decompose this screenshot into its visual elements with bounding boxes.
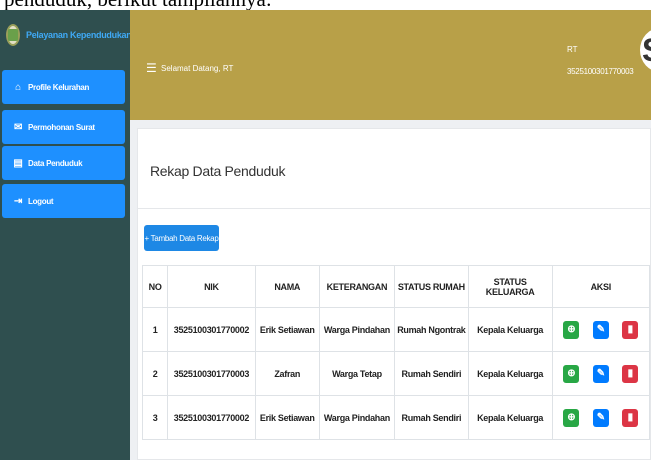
file-icon: ▤	[13, 157, 23, 169]
home-icon: ⌂	[15, 81, 21, 93]
user-nik: 3525100301770003	[567, 67, 634, 76]
user-role: RT	[567, 45, 578, 54]
edit-icon: ✎	[596, 412, 605, 423]
column-header: STATUS KELUARGA	[467, 265, 553, 308]
column-header: NAMA	[254, 265, 320, 308]
table-header-row: NO NIK NAMA KETERANGAN STATUS RUMAH STAT…	[141, 265, 651, 308]
column-header: NIK	[167, 265, 256, 308]
card-header: Rekap Data Penduduk	[138, 129, 651, 209]
avatar[interactable]: S	[640, 28, 651, 72]
delete-button[interactable]: ▮	[622, 320, 639, 339]
trash-icon: ▮	[627, 368, 634, 379]
cell-status-keluarga: Kepala Keluarga	[467, 307, 553, 352]
zoom-icon: ⊕	[567, 412, 576, 423]
table-row: 1 3525100301770002 Erik Setiawan Warga P…	[141, 307, 651, 352]
sidebar-item-label: Profile Kelurahan	[28, 82, 90, 92]
table-row: 2 3525100301770003 Zafran Warga Tetap Ru…	[141, 351, 651, 396]
delete-button[interactable]: ▮	[622, 408, 639, 427]
cell-keterangan: Warga Tetap	[318, 351, 395, 396]
cell-status-keluarga: Kepala Keluarga	[467, 395, 553, 440]
brand[interactable]: Pelayanan Kependudukan	[0, 10, 132, 60]
sidebar-item-data-penduduk[interactable]: ▤ Data Penduduk	[2, 146, 125, 180]
cell-nik: 3525100301770002	[167, 395, 256, 440]
document-caption: penduduk, berikut tampilannya:	[0, 0, 651, 10]
cell-no: 2	[141, 351, 169, 396]
cell-status-rumah: Rumah Sendiri	[393, 395, 469, 440]
welcome-text: Selamat Datang, RT	[161, 64, 234, 73]
edit-button[interactable]: ✎	[592, 320, 609, 339]
view-button[interactable]: ⊕	[563, 364, 580, 383]
edit-icon: ✎	[596, 324, 605, 335]
sidebar: Pelayanan Kependudukan ⌂ Profile Kelurah…	[0, 10, 132, 460]
sidebar-item-label: Logout	[28, 196, 54, 206]
logout-icon: ⇥	[13, 195, 23, 207]
cell-status-rumah: Rumah Sendiri	[393, 351, 469, 396]
cell-keterangan: Warga Pindahan	[318, 395, 395, 440]
cell-no: 1	[141, 307, 169, 352]
zoom-icon: ⊕	[567, 324, 576, 335]
view-button[interactable]: ⊕	[563, 320, 580, 339]
edit-button[interactable]: ✎	[592, 364, 609, 383]
sidebar-item-permohonan-surat[interactable]: ✉ Permohonan Surat	[2, 110, 125, 144]
edit-button[interactable]: ✎	[592, 408, 609, 427]
page-title: Rekap Data Penduduk	[150, 163, 286, 179]
column-header: NO	[141, 265, 169, 308]
trash-icon: ▮	[627, 324, 634, 335]
view-button[interactable]: ⊕	[563, 408, 580, 427]
hamburger-menu-icon[interactable]: ☰	[146, 61, 157, 75]
letter-icon: ✉	[13, 121, 23, 133]
cell-status-rumah: Rumah Ngontrak	[393, 307, 469, 352]
zoom-icon: ⊕	[567, 368, 576, 379]
data-table: NO NIK NAMA KETERANGAN STATUS RUMAH STAT…	[141, 265, 651, 440]
trash-icon: ▮	[627, 412, 634, 423]
cell-nik: 3525100301770002	[167, 307, 256, 352]
edit-icon: ✎	[596, 368, 605, 379]
topbar: ☰ Selamat Datang, RT RT 3525100301770003…	[130, 10, 651, 120]
sidebar-item-logout[interactable]: ⇥ Logout	[2, 184, 125, 218]
column-header: KETERANGAN	[318, 265, 395, 308]
cell-nama: Erik Setiawan	[254, 307, 320, 352]
cell-keterangan: Warga Pindahan	[318, 307, 395, 352]
brand-title: Pelayanan Kependudukan	[26, 30, 132, 40]
emblem-icon	[6, 24, 20, 46]
cell-no: 3	[141, 395, 169, 440]
delete-button[interactable]: ▮	[622, 364, 639, 383]
data-card: Rekap Data Penduduk + Tambah Data Rekap …	[137, 128, 651, 460]
column-header: STATUS RUMAH	[393, 265, 469, 308]
main-content: Rekap Data Penduduk + Tambah Data Rekap …	[130, 120, 651, 460]
table-row: 3 3525100301770002 Erik Setiawan Warga P…	[141, 395, 651, 440]
cell-aksi: ⊕ ✎ ▮	[551, 307, 651, 352]
sidebar-item-label: Permohonan Surat	[28, 122, 95, 132]
add-data-button[interactable]: + Tambah Data Rekap	[144, 225, 219, 251]
cell-nik: 3525100301770003	[167, 351, 256, 396]
column-header: AKSI	[551, 265, 651, 308]
cell-nama: Erik Setiawan	[254, 395, 320, 440]
cell-aksi: ⊕ ✎ ▮	[551, 395, 651, 440]
sidebar-item-profile-kelurahan[interactable]: ⌂ Profile Kelurahan	[2, 70, 125, 104]
cell-nama: Zafran	[254, 351, 320, 396]
sidebar-item-label: Data Penduduk	[28, 158, 83, 168]
cell-status-keluarga: Kepala Keluarga	[467, 351, 553, 396]
cell-aksi: ⊕ ✎ ▮	[551, 351, 651, 396]
